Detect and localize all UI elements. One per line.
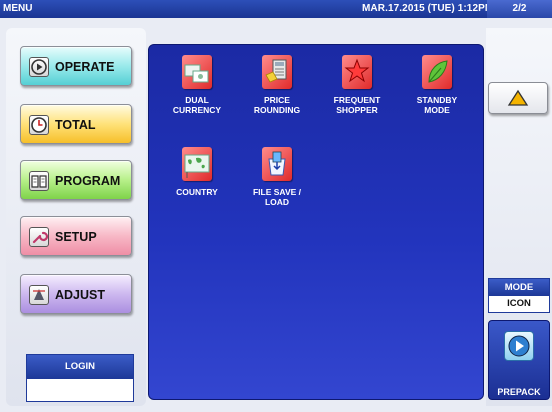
mode-value: ICON bbox=[507, 298, 531, 309]
login-label: LOGIN bbox=[27, 355, 133, 379]
standby-mode-tile[interactable]: STANDBY MODE bbox=[395, 55, 479, 115]
adjust-label: ADJUST bbox=[55, 288, 106, 302]
price-rounding-tile[interactable]: PRICE ROUNDING bbox=[235, 55, 319, 115]
mode-label: MODE bbox=[489, 279, 549, 296]
dual-currency-label: DUAL CURRENCY bbox=[172, 95, 222, 115]
operate-label: OPERATE bbox=[55, 60, 115, 74]
file-save-load-tile[interactable]: FILE SAVE / LOAD bbox=[235, 147, 319, 207]
currency-exchange-icon bbox=[182, 55, 212, 89]
play-circle-icon bbox=[29, 57, 49, 77]
status-bar: MENU MAR.17.2015 (TUE) 1:12PM 2/2 bbox=[0, 0, 552, 18]
total-button[interactable]: TOTAL bbox=[20, 104, 132, 144]
file-save-load-label: FILE SAVE / LOAD bbox=[252, 187, 302, 207]
scale-icon bbox=[29, 285, 49, 305]
price-rounding-label: PRICE ROUNDING bbox=[253, 95, 301, 115]
triangle-up-icon bbox=[507, 89, 529, 106]
scroll-up-button[interactable] bbox=[488, 82, 548, 114]
frequent-shopper-label: FREQUENT SHOPPER bbox=[333, 95, 381, 115]
prepack-play-icon bbox=[504, 331, 534, 361]
country-tile[interactable]: COUNTRY bbox=[155, 147, 239, 197]
frequent-shopper-tile[interactable]: FREQUENT SHOPPER bbox=[315, 55, 399, 115]
standby-mode-label: STANDBY MODE bbox=[416, 95, 458, 115]
country-label: COUNTRY bbox=[176, 187, 218, 197]
screen-title: MENU bbox=[3, 3, 33, 14]
clock-icon bbox=[29, 115, 49, 135]
prepack-button[interactable]: PREPACK bbox=[488, 320, 550, 400]
dual-currency-tile[interactable]: DUAL CURRENCY bbox=[155, 55, 239, 115]
leaf-icon bbox=[422, 55, 452, 89]
operate-button[interactable]: OPERATE bbox=[20, 46, 132, 86]
program-label: PROGRAM bbox=[55, 174, 121, 188]
star-icon bbox=[342, 55, 372, 89]
mode-indicator[interactable]: MODE ICON bbox=[488, 278, 550, 313]
date-time: MAR.17.2015 (TUE) 1:12PM bbox=[362, 3, 494, 14]
prepack-label: PREPACK bbox=[497, 387, 541, 397]
adjust-button[interactable]: ADJUST bbox=[20, 274, 132, 314]
setup-label: SETUP bbox=[55, 230, 97, 244]
total-label: TOTAL bbox=[55, 118, 96, 132]
page-indicator: 2/2 bbox=[487, 0, 552, 18]
world-map-icon bbox=[182, 147, 212, 181]
program-button[interactable]: PROGRAM bbox=[20, 160, 132, 200]
book-icon bbox=[29, 171, 49, 191]
setup-button[interactable]: SETUP bbox=[20, 216, 132, 256]
file-save-load-icon bbox=[262, 147, 292, 181]
calculator-icon bbox=[262, 55, 292, 89]
wrench-icon bbox=[29, 227, 49, 247]
login-field[interactable]: LOGIN bbox=[26, 354, 134, 402]
function-icon-panel: DUAL CURRENCY PRICE ROUNDING FREQUENT SH… bbox=[148, 44, 484, 400]
